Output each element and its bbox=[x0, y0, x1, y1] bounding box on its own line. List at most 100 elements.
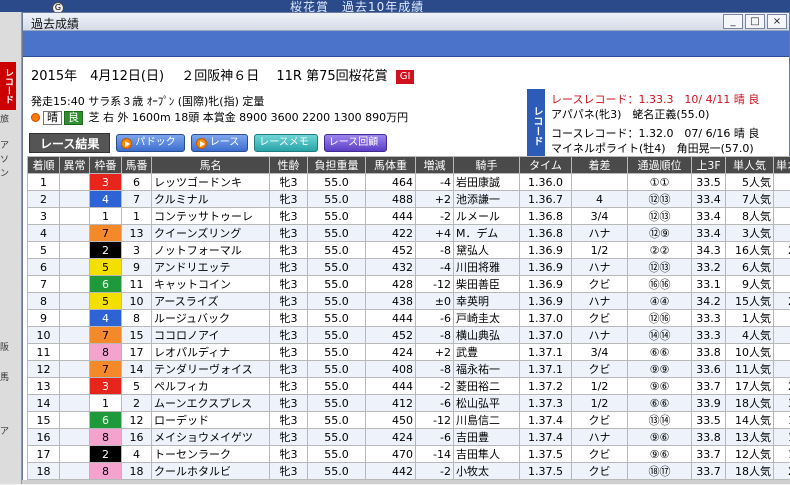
maximize-button[interactable]: □ bbox=[745, 14, 765, 29]
horse-name-cell[interactable]: キャットコイン bbox=[152, 276, 270, 293]
minimize-button[interactable]: _ bbox=[723, 14, 743, 29]
table-row[interactable]: 1335ペルフィカ牝355.0444-2菱田裕二1.37.21/2⑨⑥33.71… bbox=[28, 378, 790, 395]
table-cell: 16 bbox=[774, 191, 790, 208]
table-cell: 10人気 bbox=[726, 344, 774, 361]
table-row[interactable]: 10715ココロノアイ牝355.0452-8横山典弘1.37.0ハナ⑭⑭33.3… bbox=[28, 327, 790, 344]
column-header[interactable]: 単人気 bbox=[726, 157, 774, 174]
horse-name-cell[interactable]: ペルフィカ bbox=[152, 378, 270, 395]
table-cell: 牝3 bbox=[270, 225, 308, 242]
column-header[interactable]: 単オッズ bbox=[774, 157, 790, 174]
going-badge: 良 bbox=[64, 111, 83, 125]
column-header[interactable]: 騎手 bbox=[454, 157, 520, 174]
table-row[interactable]: 15612ローデッド牝355.0450-12川島信二1.37.4クビ⑬⑭33.5… bbox=[28, 412, 790, 429]
table-cell: 33.8 bbox=[692, 429, 726, 446]
results-table-container[interactable]: 着順異常枠番馬番馬名性齢負担重量馬体重増減騎手タイム着差通過順位上3F単人気単オ… bbox=[27, 156, 790, 485]
course-record-horse: マイネルポライト(牡4) 角田晃一(57.0) bbox=[551, 140, 754, 156]
horse-name-cell[interactable]: メイショウメイゲツ bbox=[152, 429, 270, 446]
horse-name-cell[interactable]: クイーンズリング bbox=[152, 225, 270, 242]
table-cell: 4 bbox=[122, 446, 152, 463]
table-row[interactable]: 18818クールホタルビ牝355.0442-2小牧太1.37.5クビ⑱⑰33.7… bbox=[28, 463, 790, 480]
table-cell: 2 bbox=[28, 191, 60, 208]
horse-name-cell[interactable]: テンダリーヴォイス bbox=[152, 361, 270, 378]
horse-name-cell[interactable]: クルミナル bbox=[152, 191, 270, 208]
horse-name-cell[interactable]: ムーンエクスプレス bbox=[152, 395, 270, 412]
left-record-tab[interactable]: レコード bbox=[0, 62, 16, 110]
table-cell: 牝3 bbox=[270, 429, 308, 446]
table-cell: 432 bbox=[366, 259, 416, 276]
table-cell: -6 bbox=[416, 429, 454, 446]
table-cell: 7 bbox=[28, 276, 60, 293]
table-row[interactable]: 247クルミナル牝355.0488+2池添謙一1.36.74⑫⑬33.47人気1… bbox=[28, 191, 790, 208]
table-cell: ②② bbox=[628, 242, 692, 259]
column-header[interactable]: 上3F bbox=[692, 157, 726, 174]
column-header[interactable]: 通過順位 bbox=[628, 157, 692, 174]
column-header[interactable]: 着差 bbox=[572, 157, 628, 174]
table-row[interactable]: 136レッツゴードンキ牝355.0464-4岩田康誠1.36.0①①33.55人… bbox=[28, 174, 790, 191]
table-cell: ⑱⑰ bbox=[628, 463, 692, 480]
column-header[interactable]: 馬体重 bbox=[366, 157, 416, 174]
column-header[interactable]: 異常 bbox=[60, 157, 90, 174]
table-row[interactable]: 523ノットフォーマル牝355.0452-8黛弘人1.36.91/2②②34.3… bbox=[28, 242, 790, 259]
table-cell: 444 bbox=[366, 208, 416, 225]
tab-race-result[interactable]: レース結果 bbox=[29, 133, 110, 153]
table-cell: クビ bbox=[572, 412, 628, 429]
race-video-button[interactable]: レース bbox=[191, 134, 249, 152]
table-cell: 55.0 bbox=[308, 395, 366, 412]
horse-name-cell[interactable]: クールホタルビ bbox=[152, 463, 270, 480]
table-cell: 55.0 bbox=[308, 412, 366, 429]
table-cell: ④④ bbox=[628, 293, 692, 310]
table-row[interactable]: 659アンドリエッテ牝355.0432-4川田将雅1.36.9ハナ⑫⑬33.26… bbox=[28, 259, 790, 276]
table-cell: 464 bbox=[366, 174, 416, 191]
horizontal-scrollbar[interactable] bbox=[22, 480, 790, 484]
horse-name-cell[interactable]: ローデッド bbox=[152, 412, 270, 429]
column-header[interactable]: タイム bbox=[520, 157, 572, 174]
close-button[interactable]: × bbox=[767, 14, 787, 29]
horse-name-cell[interactable]: トーセンラーク bbox=[152, 446, 270, 463]
table-row[interactable]: 948ルージュバック牝355.0444-6戸崎圭太1.37.0クビ⑫⑯33.31… bbox=[28, 310, 790, 327]
table-row[interactable]: 1412ムーンエクスプレス牝355.0412-6松山弘平1.37.31/2⑥⑥3… bbox=[28, 395, 790, 412]
column-header[interactable]: 馬番 bbox=[122, 157, 152, 174]
table-row[interactable]: 16816メイショウメイゲツ牝355.0424-6吉田豊1.37.4ハナ⑨⑥33… bbox=[28, 429, 790, 446]
frame-number-cell: 8 bbox=[90, 463, 122, 480]
table-cell: 10 bbox=[774, 174, 790, 191]
window-titlebar[interactable]: 過去成績 _ □ × bbox=[23, 13, 789, 31]
table-cell: +2 bbox=[416, 191, 454, 208]
column-header[interactable]: 性齢 bbox=[270, 157, 308, 174]
table-cell: ⑥⑥ bbox=[628, 344, 692, 361]
horse-name-cell[interactable]: アンドリエッテ bbox=[152, 259, 270, 276]
table-cell: 1 bbox=[122, 208, 152, 225]
horse-name-cell[interactable]: アースライズ bbox=[152, 293, 270, 310]
table-row[interactable]: 11817レオパルディナ牝355.0424+2武豊1.37.13/4⑥⑥33.8… bbox=[28, 344, 790, 361]
column-header[interactable]: 着順 bbox=[28, 157, 60, 174]
table-cell: 11 bbox=[28, 344, 60, 361]
table-cell: +4 bbox=[416, 225, 454, 242]
table-cell: 牝3 bbox=[270, 463, 308, 480]
paddock-button[interactable]: パドック bbox=[116, 134, 184, 152]
table-cell: 1 bbox=[774, 310, 790, 327]
table-row[interactable]: 1724トーセンラーク牝355.0470-14吉田隼人1.37.5クビ⑨⑥33.… bbox=[28, 446, 790, 463]
horse-name-cell[interactable]: レッツゴードンキ bbox=[152, 174, 270, 191]
table-cell: 7人気 bbox=[726, 191, 774, 208]
table-cell: 123 bbox=[774, 446, 790, 463]
play-icon bbox=[196, 138, 207, 149]
table-cell: クビ bbox=[572, 276, 628, 293]
table-cell: 40 bbox=[774, 344, 790, 361]
horse-name-cell[interactable]: レオパルディナ bbox=[152, 344, 270, 361]
horse-name-cell[interactable]: ルージュバック bbox=[152, 310, 270, 327]
table-cell: 33.8 bbox=[692, 344, 726, 361]
column-header[interactable]: 枠番 bbox=[90, 157, 122, 174]
table-row[interactable]: 12714テンダリーヴォイス牝355.0408-8福永祐一1.37.1クビ⑨⑨3… bbox=[28, 361, 790, 378]
table-cell: -12 bbox=[416, 412, 454, 429]
column-header[interactable]: 増減 bbox=[416, 157, 454, 174]
table-row[interactable]: 7611キャットコイン牝355.0428-12柴田善臣1.36.9クビ⑯⑯33.… bbox=[28, 276, 790, 293]
race-review-button[interactable]: レース回顧 bbox=[324, 134, 388, 152]
column-header[interactable]: 馬名 bbox=[152, 157, 270, 174]
table-row[interactable]: 8510アースライズ牝355.0438±0幸英明1.36.9ハナ④④34.215… bbox=[28, 293, 790, 310]
table-row[interactable]: 4713クイーンズリング牝355.0422+4M．デム1.36.8ハナ⑫⑨33.… bbox=[28, 225, 790, 242]
race-memo-button[interactable]: レースメモ bbox=[254, 134, 318, 152]
table-row[interactable]: 311コンテッサトゥーレ牝355.0444-2ルメール1.36.83/4⑫⑬33… bbox=[28, 208, 790, 225]
horse-name-cell[interactable]: ココロノアイ bbox=[152, 327, 270, 344]
column-header[interactable]: 負担重量 bbox=[308, 157, 366, 174]
horse-name-cell[interactable]: コンテッサトゥーレ bbox=[152, 208, 270, 225]
horse-name-cell[interactable]: ノットフォーマル bbox=[152, 242, 270, 259]
